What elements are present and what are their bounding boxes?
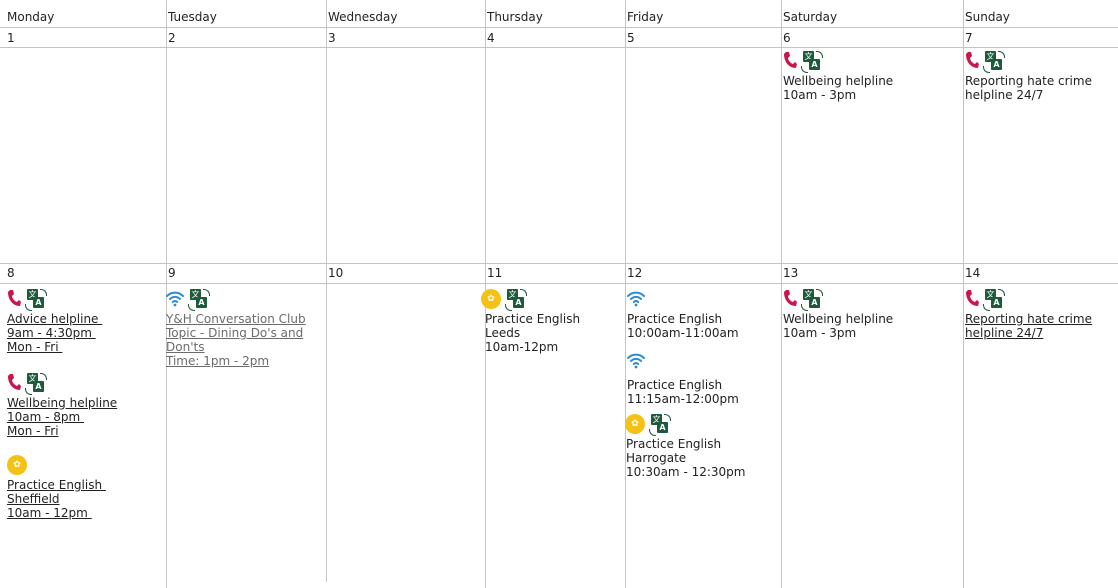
event-location: Harrogate — [626, 451, 687, 465]
date-number: 2 — [168, 31, 176, 45]
event-time: 11:15am-12:00pm — [627, 392, 739, 406]
wifi-icon — [627, 289, 645, 310]
event-link-topic[interactable]: Don'ts — [166, 340, 306, 354]
event-title: helpline 24/7 — [965, 88, 1044, 102]
event-title: Reporting hate crime — [965, 74, 1092, 88]
translate-icon: 文A — [983, 289, 1005, 311]
event-wellbeing-helpline: 文A Wellbeing helpline 10am - 3pm — [783, 50, 893, 102]
date-number: 13 — [783, 266, 799, 280]
in-person-icon: ✿ — [7, 455, 27, 475]
event-link-days[interactable]: Mon - Fri — [7, 424, 117, 438]
event-time: 10:30am - 12:30pm — [626, 465, 746, 479]
date-number: 12 — [627, 266, 643, 280]
day-header-sunday: Sunday — [965, 10, 1010, 24]
week-divider — [0, 263, 1118, 264]
event-title: Practice English — [626, 437, 722, 451]
event-link-location[interactable]: Sheffield — [7, 492, 106, 506]
event-link-time[interactable]: Time: 1pm - 2pm — [166, 354, 306, 368]
event-practice-english-leeds: ✿ 文A Practice English Leeds 10am-12pm — [481, 288, 580, 354]
phone-icon — [965, 289, 979, 310]
date-number: 4 — [487, 31, 495, 45]
day-header-wednesday: Wednesday — [328, 10, 398, 24]
event-time: 10am-12pm — [485, 340, 559, 354]
event-hate-crime-helpline: 文A Reporting hate crime helpline 24/7 — [965, 50, 1092, 102]
week1-date-divider — [0, 47, 1118, 48]
event-time: 10am - 3pm — [783, 326, 857, 340]
date-number: 11 — [487, 266, 503, 280]
translate-icon: 文A — [801, 51, 823, 73]
date-number: 14 — [965, 266, 981, 280]
translate-icon: 文A — [801, 289, 823, 311]
event-wellbeing-helpline[interactable]: 文A Wellbeing helpline 10am - 8pm Mon - F… — [7, 372, 117, 438]
event-title: Practice English — [485, 312, 581, 326]
date-number: 3 — [328, 31, 336, 45]
event-link-time[interactable]: 10am - 12pm — [7, 506, 106, 520]
phone-icon — [783, 51, 797, 72]
event-practice-english-online: Practice English 10:00am-11:00am — [627, 288, 739, 340]
in-person-icon: ✿ — [625, 414, 645, 434]
event-link-title[interactable]: Advice helpline — [7, 312, 102, 326]
day-header-saturday: Saturday — [783, 10, 838, 24]
event-link-title[interactable]: Y&H Conversation Club — [166, 312, 306, 326]
translate-icon: 文A — [649, 414, 671, 436]
column-divider — [326, 0, 327, 582]
event-location: Leeds — [485, 326, 521, 340]
column-divider — [781, 0, 782, 588]
translate-icon: 文A — [25, 373, 47, 395]
event-time: 10am - 3pm — [783, 88, 857, 102]
date-number: 10 — [328, 266, 344, 280]
phone-icon — [7, 289, 21, 310]
event-link-topic[interactable]: Topic - Dining Do's and — [166, 326, 306, 340]
event-advice-helpline[interactable]: 文A Advice helpline 9am - 4:30pm Mon - Fr… — [7, 288, 102, 354]
date-number: 9 — [168, 266, 176, 280]
event-title: Wellbeing helpline — [783, 312, 894, 326]
event-link-days[interactable]: Mon - Fri — [7, 340, 102, 354]
event-conversation-club[interactable]: 文A Y&H Conversation Club Topic - Dining … — [166, 288, 306, 368]
date-number: 5 — [627, 31, 635, 45]
event-title: Practice English — [627, 312, 723, 326]
date-number: 1 — [7, 31, 15, 45]
event-practice-english-online: Practice English 11:15am-12:00pm — [627, 350, 739, 406]
date-number: 8 — [7, 266, 15, 280]
event-link-title[interactable]: Practice English — [7, 478, 106, 492]
phone-icon — [783, 289, 797, 310]
header-divider — [0, 27, 1118, 28]
week2-date-divider — [0, 283, 1118, 284]
event-practice-english-sheffield[interactable]: ✿ Practice English Sheffield 10am - 12pm — [7, 454, 106, 520]
wifi-icon — [166, 289, 184, 310]
day-header-thursday: Thursday — [487, 10, 543, 24]
event-link-title[interactable]: Reporting hate crime — [965, 312, 1092, 326]
date-number: 7 — [965, 31, 973, 45]
day-header-monday: Monday — [7, 10, 55, 24]
translate-icon: 文A — [983, 51, 1005, 73]
wifi-icon — [627, 351, 645, 372]
event-link-title[interactable]: helpline 24/7 — [965, 326, 1092, 340]
translate-icon: 文A — [505, 289, 527, 311]
day-header-tuesday: Tuesday — [168, 10, 217, 24]
translate-icon: 文A — [188, 289, 210, 311]
translate-icon: 文A — [25, 289, 47, 311]
event-link-time[interactable]: 9am - 4:30pm — [7, 326, 102, 340]
column-divider — [625, 0, 626, 588]
event-hate-crime-helpline[interactable]: 文A Reporting hate crime helpline 24/7 — [965, 288, 1092, 340]
in-person-icon: ✿ — [481, 289, 501, 309]
event-practice-english-harrogate: ✿ 文A Practice English Harrogate 10:30am … — [625, 413, 745, 479]
phone-icon — [7, 373, 21, 394]
event-link-title[interactable]: Wellbeing helpline — [7, 396, 117, 410]
date-number: 6 — [783, 31, 791, 45]
day-header-friday: Friday — [627, 10, 664, 24]
phone-icon — [965, 51, 979, 72]
event-title: Practice English — [627, 378, 723, 392]
column-divider — [963, 0, 964, 588]
event-time: 10:00am-11:00am — [627, 326, 739, 340]
event-wellbeing-helpline: 文A Wellbeing helpline 10am - 3pm — [783, 288, 893, 340]
event-title: Wellbeing helpline — [783, 74, 894, 88]
event-link-time[interactable]: 10am - 8pm — [7, 410, 117, 424]
